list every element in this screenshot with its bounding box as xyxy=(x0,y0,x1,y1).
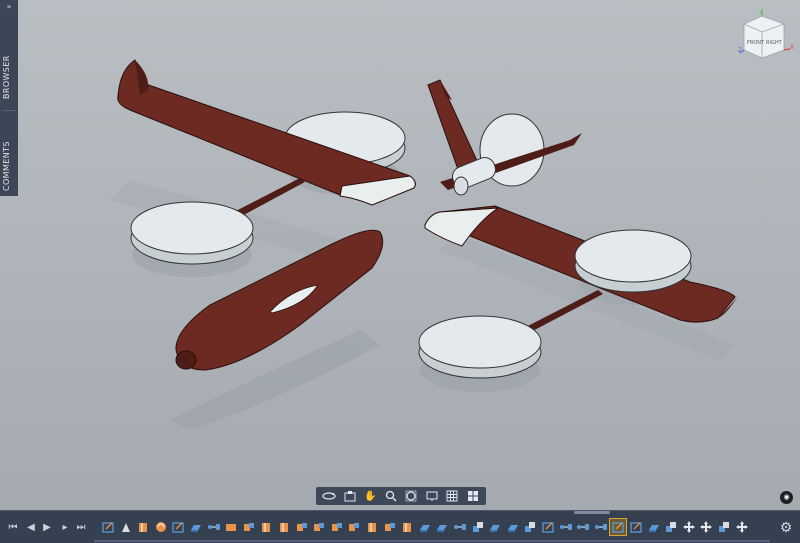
viewports-icon[interactable] xyxy=(464,489,482,503)
step-forward-icon[interactable]: ▸ xyxy=(58,521,72,535)
step-back-icon[interactable]: ◀︎ xyxy=(24,521,38,535)
extrude-icon[interactable] xyxy=(399,519,415,535)
display-settings-icon[interactable] xyxy=(423,489,441,503)
body-icon[interactable] xyxy=(188,519,204,535)
sketch-icon[interactable] xyxy=(170,519,186,535)
joint-icon[interactable] xyxy=(206,519,222,535)
browser-tab[interactable]: BROWSER xyxy=(2,52,16,102)
extrude-icon[interactable] xyxy=(258,519,274,535)
sketch-icon[interactable] xyxy=(628,519,644,535)
move-icon[interactable] xyxy=(241,519,257,535)
body-icon[interactable] xyxy=(505,519,521,535)
joint-icon[interactable] xyxy=(593,519,609,535)
axis-z-label: Z xyxy=(738,47,742,54)
grid-icon[interactable] xyxy=(443,489,461,503)
timeline-features xyxy=(100,518,770,537)
move-arrows-icon[interactable] xyxy=(698,519,714,535)
side-panel: » BROWSER COMMENTS xyxy=(0,0,18,196)
pan-icon[interactable]: ✋ xyxy=(361,489,379,503)
play-icon[interactable]: ▶ xyxy=(40,521,54,535)
expand-handle[interactable]: » xyxy=(0,0,18,14)
axis-x-label: X xyxy=(790,44,794,51)
timeline-bar: ⏮ ◀︎ ▶ ▸ ⏭ ⚙ xyxy=(0,510,800,543)
tail-boom[interactable] xyxy=(232,178,305,218)
combine-icon[interactable] xyxy=(716,519,732,535)
model-scene[interactable] xyxy=(0,0,800,510)
extrude-icon[interactable] xyxy=(364,519,380,535)
cube-face-right[interactable]: RIGHT xyxy=(766,40,783,46)
joint-icon[interactable] xyxy=(558,519,574,535)
move-arrows-icon[interactable] xyxy=(681,519,697,535)
wheel-disc[interactable] xyxy=(418,315,542,379)
tab-divider xyxy=(3,110,15,111)
body-icon[interactable] xyxy=(417,519,433,535)
joint-icon[interactable] xyxy=(575,519,591,535)
joint-icon[interactable] xyxy=(452,519,468,535)
timeline-track[interactable] xyxy=(94,540,770,542)
skip-to-end-icon[interactable]: ⏭ xyxy=(74,521,88,535)
sketch-icon[interactable] xyxy=(540,519,556,535)
navigation-bar: ✋ xyxy=(316,487,486,505)
fit-icon[interactable] xyxy=(402,489,420,503)
body-icon[interactable] xyxy=(646,519,662,535)
cube-face-front[interactable]: FRONT xyxy=(747,40,765,46)
move-icon[interactable] xyxy=(329,519,345,535)
skip-to-start-icon[interactable]: ⏮ xyxy=(6,521,20,535)
combine-icon[interactable] xyxy=(522,519,538,535)
move-icon[interactable] xyxy=(294,519,310,535)
view-cube[interactable]: Y FRONT RIGHT Z X xyxy=(738,6,796,62)
plane-icon[interactable] xyxy=(223,519,239,535)
orbit-icon[interactable] xyxy=(320,489,338,503)
sketch-icon[interactable] xyxy=(609,518,628,536)
extrude-icon[interactable] xyxy=(276,519,292,535)
canvas-viewport[interactable]: » BROWSER COMMENTS Y FRONT RIGHT Z X ✋ ◉ xyxy=(0,0,800,510)
wheel-disc[interactable] xyxy=(130,201,254,265)
body-icon[interactable] xyxy=(487,519,503,535)
extrude-icon[interactable] xyxy=(135,519,151,535)
move-icon[interactable] xyxy=(346,519,362,535)
body-icon[interactable] xyxy=(434,519,450,535)
combine-icon[interactable] xyxy=(663,519,679,535)
move-arrows-icon[interactable] xyxy=(734,519,750,535)
assistant-badge-icon[interactable]: ◉ xyxy=(780,491,793,504)
wheel-disc[interactable] xyxy=(574,229,692,293)
axis-y-label: Y xyxy=(758,9,763,16)
combine-icon[interactable] xyxy=(470,519,486,535)
timeline-scrollbar[interactable] xyxy=(574,511,610,514)
revolve-icon[interactable] xyxy=(153,519,169,535)
gear-icon[interactable]: ⚙ xyxy=(778,520,794,536)
move-icon[interactable] xyxy=(311,519,327,535)
look-at-icon[interactable] xyxy=(341,489,359,503)
component-icon[interactable] xyxy=(118,519,134,535)
comments-tab[interactable]: COMMENTS xyxy=(2,138,16,194)
sketch-icon[interactable] xyxy=(100,519,116,535)
move-icon[interactable] xyxy=(382,519,398,535)
tail-assembly[interactable] xyxy=(427,79,582,196)
zoom-icon[interactable] xyxy=(382,489,400,503)
